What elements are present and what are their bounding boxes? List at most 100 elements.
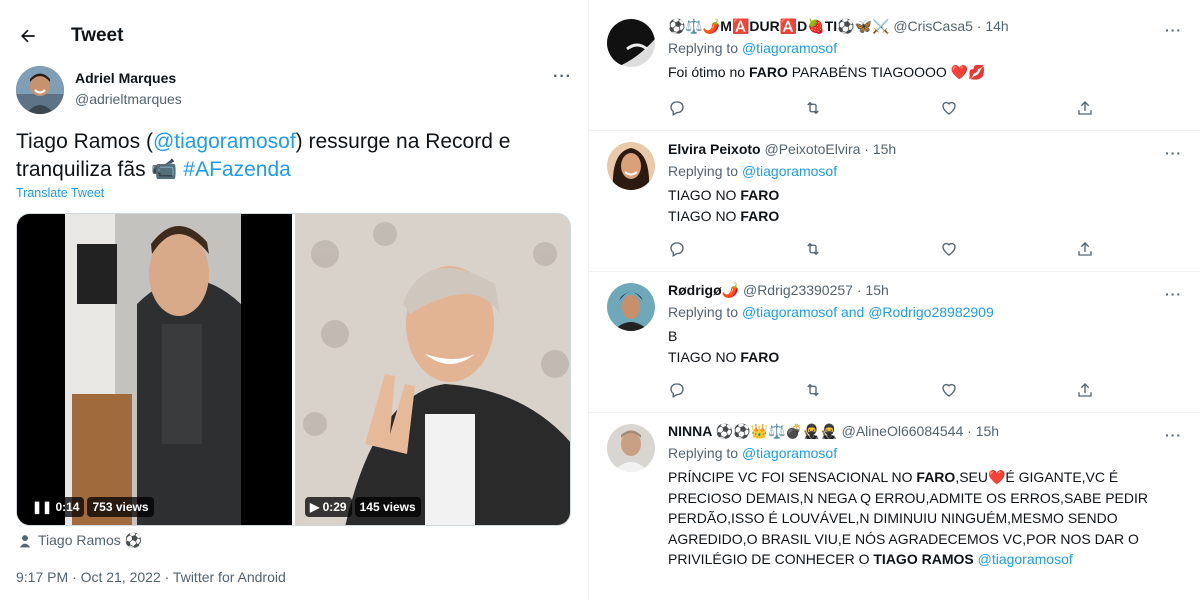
like-icon[interactable] bbox=[938, 238, 960, 260]
video-2-badges: ▶ 0:29 145 views bbox=[305, 497, 421, 517]
tweet-text: Tiago Ramos (@tiagoramosof) ressurge na … bbox=[16, 128, 576, 184]
tagged-user-name: Tiago Ramos ⚽ bbox=[38, 532, 143, 548]
replying-to: Replying to @tiagoramosof and @Rodrigo28… bbox=[668, 304, 994, 320]
reply-time-sep: · bbox=[856, 282, 862, 298]
reply-author-handle[interactable]: @AlineOl66084544 bbox=[842, 423, 964, 439]
translate-tweet-link[interactable]: Translate Tweet bbox=[16, 186, 104, 200]
share-icon[interactable] bbox=[1074, 379, 1096, 401]
reply-time[interactable]: 15h bbox=[976, 423, 999, 439]
replying-to: Replying to @tiagoramosof bbox=[668, 445, 837, 461]
reply-mention-link[interactable]: @tiagoramosof bbox=[974, 551, 1073, 567]
reply-avatar[interactable] bbox=[607, 19, 655, 67]
tweet-text-part: Tiago Ramos ( bbox=[16, 130, 153, 153]
reply-time-sep: · bbox=[976, 18, 982, 34]
reply-text-part: PRÍNCIPE VC FOI SENSACIONAL NO bbox=[668, 469, 917, 485]
reply-time[interactable]: 15h bbox=[865, 282, 888, 298]
reply-text-part: TIAGO NO bbox=[668, 348, 741, 365]
replying-to: Replying to @tiagoramosof bbox=[668, 163, 837, 179]
reply-time[interactable]: 14h bbox=[985, 18, 1008, 34]
more-dots-icon[interactable]: ··· bbox=[1165, 145, 1182, 161]
reply-text-line: B bbox=[668, 328, 678, 344]
reply-avatar[interactable] bbox=[607, 283, 655, 331]
video-2-time[interactable]: ▶ 0:29 bbox=[305, 497, 352, 517]
reply-author-handle[interactable]: @Rdrig23390257 bbox=[743, 282, 853, 298]
reply-text-line: TIAGO NO FARO bbox=[668, 347, 1168, 368]
reply-text: Foi ótimo no FARO PARABÉNS TIAGOOOO ❤️💋 bbox=[668, 62, 1168, 83]
video-2-time-text: 0:29 bbox=[322, 500, 347, 514]
camera-emoji: 📹 bbox=[151, 158, 178, 181]
reply-author-handle[interactable]: @CrisCasa5 bbox=[893, 18, 973, 34]
reply-text-part: PARABÉNS TIAGOOOO ❤️💋 bbox=[787, 64, 986, 80]
tweet-mention-link[interactable]: @tiagoramosof bbox=[153, 130, 296, 153]
video-1-time-text: 0:14 bbox=[55, 500, 80, 514]
like-icon[interactable] bbox=[938, 97, 960, 119]
reply-icon[interactable] bbox=[666, 238, 688, 260]
share-icon[interactable] bbox=[1074, 97, 1096, 119]
tweet-author: Adriel Marques @adrieltmarques ··· bbox=[16, 66, 572, 116]
tweet-timestamp[interactable]: 9:17 PM · Oct 21, 2022 · Twitter for And… bbox=[16, 569, 286, 585]
video-player-1[interactable]: ❚❚ 0:14 753 views bbox=[17, 214, 292, 525]
retweet-icon[interactable] bbox=[802, 379, 824, 401]
reply-author-name[interactable]: Elvira Peixoto bbox=[668, 141, 761, 157]
like-icon[interactable] bbox=[938, 379, 960, 401]
reply-text-line: TIAGO NO FARO bbox=[668, 206, 1168, 227]
reply-time[interactable]: 15h bbox=[873, 141, 896, 157]
reply-text-part: TIAGO NO bbox=[668, 187, 741, 203]
reply-text: B TIAGO NO FARO bbox=[668, 326, 1168, 367]
replying-to-prefix: Replying to bbox=[668, 163, 742, 179]
replying-to-prefix: Replying to bbox=[668, 40, 742, 56]
replying-to-link[interactable]: @tiagoramosof bbox=[742, 40, 837, 56]
share-icon[interactable] bbox=[1074, 238, 1096, 260]
reply-header: NINNA ⚽⚽👑⚖️💣🥷🥷 @AlineOl66084544 · 15h bbox=[668, 423, 999, 440]
tweet-hashtag-link[interactable]: #AFazenda bbox=[183, 158, 290, 181]
tagged-user[interactable]: Tiago Ramos ⚽ bbox=[18, 532, 142, 549]
reply-time-sep: · bbox=[864, 141, 869, 157]
video-2-views: 145 views bbox=[354, 497, 421, 517]
reply-icon[interactable] bbox=[666, 379, 688, 401]
reply-icon[interactable] bbox=[666, 97, 688, 119]
reply-time-sep: · bbox=[967, 423, 972, 439]
video-1-badges: ❚❚ 0:14 753 views bbox=[27, 497, 154, 517]
reply-author-name[interactable]: ⚽⚖️🌶️M🅰️DUR🅰️D🍓TI⚽🦋⚔️ bbox=[668, 18, 889, 34]
reply-text-bold: FARO bbox=[748, 64, 788, 80]
more-dots-icon[interactable]: ··· bbox=[1165, 286, 1182, 302]
tweet-detail-panel: Tweet Adriel Marques @adrieltmarques ···… bbox=[0, 0, 588, 600]
replying-to-prefix: Replying to bbox=[668, 304, 742, 320]
author-handle[interactable]: @adrieltmarques bbox=[75, 91, 182, 107]
author-avatar[interactable] bbox=[16, 66, 64, 114]
reply-text-bold: TIAGO RAMOS bbox=[873, 551, 974, 567]
replying-to-link[interactable]: @tiagoramosof bbox=[742, 445, 837, 461]
reply-author-name[interactable]: NINNA ⚽⚽👑⚖️💣🥷🥷 bbox=[668, 423, 838, 439]
replying-to: Replying to @tiagoramosof bbox=[668, 40, 837, 56]
reply-item[interactable]: Elvira Peixoto @PeixotoElvira · 15h ··· … bbox=[589, 131, 1200, 272]
reply-author-handle[interactable]: @PeixotoElvira bbox=[764, 141, 860, 157]
video-player-2[interactable]: ▶ 0:29 145 views bbox=[295, 214, 570, 525]
reply-text-line: TIAGO NO FARO bbox=[668, 185, 1168, 206]
replying-to-link[interactable]: @tiagoramosof bbox=[742, 163, 837, 179]
reply-avatar[interactable] bbox=[607, 142, 655, 190]
reply-header: Elvira Peixoto @PeixotoElvira · 15h bbox=[668, 141, 896, 157]
reply-author-name[interactable]: Rødrigø🌶️ bbox=[668, 282, 739, 298]
more-dots-icon[interactable]: ··· bbox=[1165, 427, 1182, 443]
reply-item[interactable]: NINNA ⚽⚽👑⚖️💣🥷🥷 @AlineOl66084544 · 15h ··… bbox=[589, 413, 1200, 600]
reply-actions bbox=[666, 238, 1092, 260]
user-icon bbox=[19, 534, 31, 547]
retweet-icon[interactable] bbox=[802, 238, 824, 260]
reply-header: ⚽⚖️🌶️M🅰️DUR🅰️D🍓TI⚽🦋⚔️ @CrisCasa5 · 14h bbox=[668, 18, 1009, 35]
reply-header: Rødrigø🌶️ @Rdrig23390257 · 15h bbox=[668, 282, 889, 299]
more-dots-icon[interactable]: ··· bbox=[1165, 22, 1182, 38]
replies-panel: ⚽⚖️🌶️M🅰️DUR🅰️D🍓TI⚽🦋⚔️ @CrisCasa5 · 14h ·… bbox=[589, 0, 1200, 600]
author-name[interactable]: Adriel Marques bbox=[75, 70, 176, 86]
page-title: Tweet bbox=[71, 25, 124, 46]
replying-to-link[interactable]: @tiagoramosof and @Rodrigo28982909 bbox=[742, 304, 994, 320]
reply-text: PRÍNCIPE VC FOI SENSACIONAL NO FARO,SEU❤… bbox=[668, 467, 1158, 570]
reply-text: TIAGO NO FARO TIAGO NO FARO bbox=[668, 185, 1168, 226]
reply-item[interactable]: Rødrigø🌶️ @Rdrig23390257 · 15h ··· Reply… bbox=[589, 272, 1200, 413]
reply-avatar[interactable] bbox=[607, 424, 655, 472]
more-dots-icon[interactable]: ··· bbox=[553, 68, 572, 86]
retweet-icon[interactable] bbox=[802, 97, 824, 119]
video-1-time[interactable]: ❚❚ 0:14 bbox=[27, 497, 85, 517]
reply-item[interactable]: ⚽⚖️🌶️M🅰️DUR🅰️D🍓TI⚽🦋⚔️ @CrisCasa5 · 14h ·… bbox=[589, 8, 1200, 131]
arrow-left-icon[interactable] bbox=[14, 22, 42, 50]
reply-text-part: Foi ótimo no bbox=[668, 64, 749, 80]
